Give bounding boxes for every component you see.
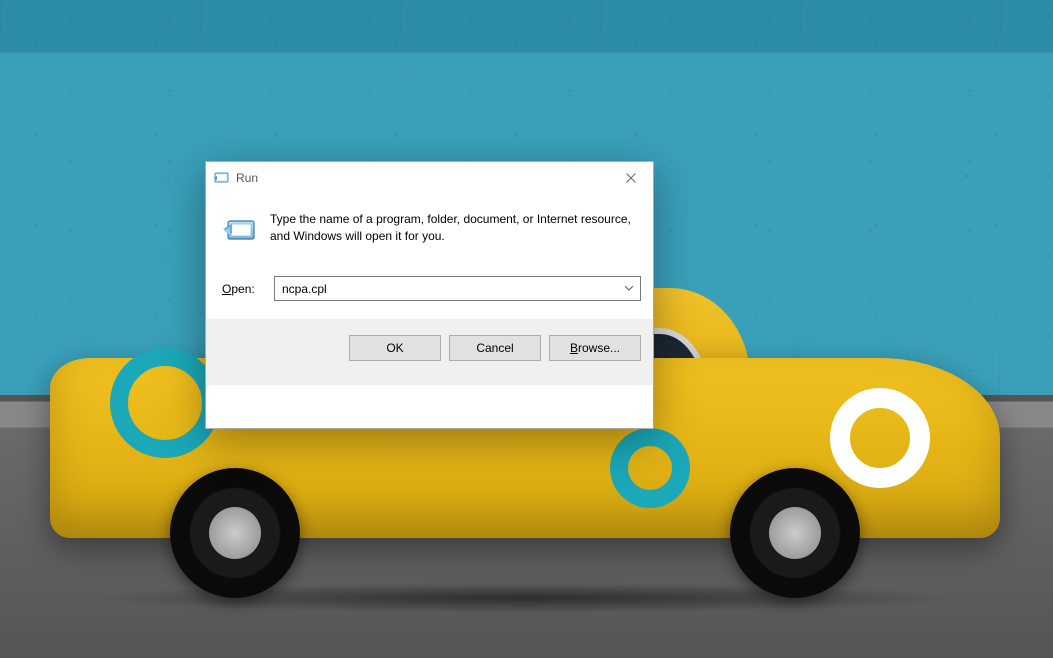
ok-button[interactable]: OK [349, 335, 441, 361]
dialog-body: Type the name of a program, folder, docu… [206, 193, 653, 270]
open-input[interactable] [274, 276, 641, 301]
open-combobox[interactable] [274, 276, 641, 301]
run-dialog: Run Type the name of a program [205, 161, 654, 429]
open-label: Open: [218, 282, 264, 296]
run-description: Type the name of a program, folder, docu… [270, 211, 641, 252]
close-icon [626, 173, 636, 183]
cancel-button[interactable]: Cancel [449, 335, 541, 361]
close-button[interactable] [608, 162, 653, 193]
run-icon [218, 211, 258, 252]
browse-button[interactable]: Browse... [549, 335, 641, 361]
chevron-down-icon [625, 286, 633, 291]
open-row: Open: [206, 270, 653, 319]
run-titlebar-icon [214, 170, 230, 186]
dropdown-arrow[interactable] [618, 277, 640, 300]
button-row: OK Cancel Browse... [206, 319, 653, 385]
titlebar-title: Run [236, 171, 608, 185]
titlebar[interactable]: Run [206, 162, 653, 193]
